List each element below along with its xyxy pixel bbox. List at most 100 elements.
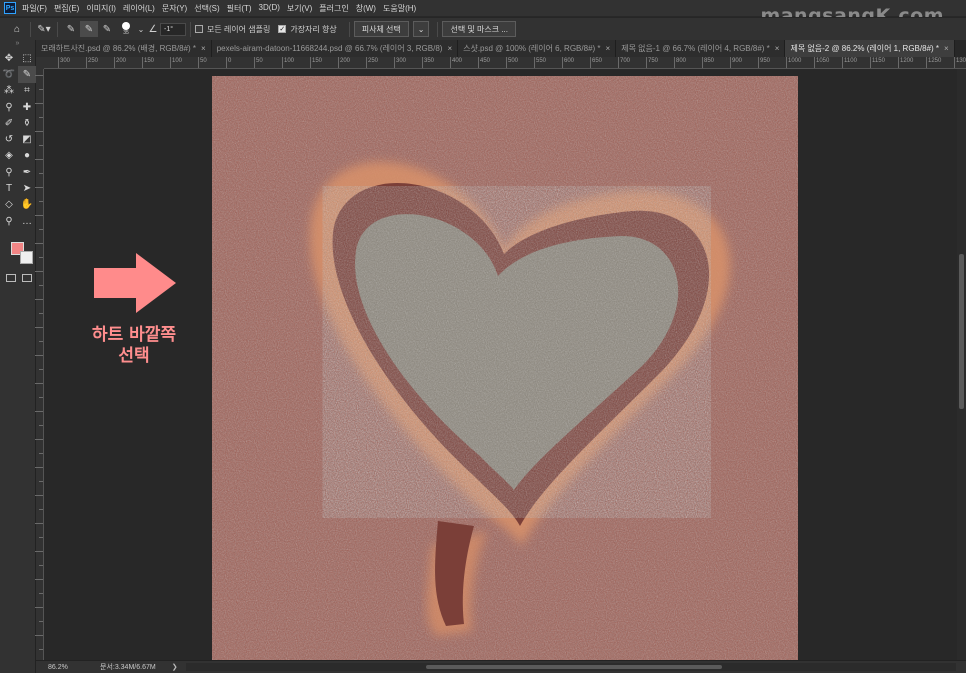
select-subject-dropdown[interactable]: ⌄ — [412, 21, 430, 37]
ruler-tick — [310, 57, 311, 68]
horizontal-scrollbar[interactable] — [186, 663, 956, 671]
ruler-label: 250 — [88, 58, 99, 64]
healing-icon[interactable]: ✚ — [18, 99, 36, 115]
ruler-label: 1300 — [956, 58, 966, 64]
ruler-label: 200 — [340, 58, 351, 64]
sample-all-layers-checkbox[interactable]: 모든 레이어 샘플링 — [195, 24, 270, 35]
menu-item[interactable]: 레이어(L) — [123, 3, 155, 14]
pen-icon[interactable]: ✒ — [18, 164, 36, 180]
close-icon[interactable]: × — [447, 44, 452, 53]
ruler-tick — [35, 103, 43, 104]
menu-item[interactable]: 3D(D) — [259, 3, 280, 14]
ruler-label: 550 — [536, 58, 547, 64]
move-icon[interactable]: ✥ — [0, 50, 18, 66]
shape-icon[interactable]: ◇ — [0, 197, 18, 213]
ruler-label: 1100 — [844, 58, 857, 64]
document-workspace[interactable]: 하트 바깥쪽 선택 — [44, 69, 966, 660]
eraser-icon[interactable]: ◩ — [18, 131, 36, 147]
lasso-icon[interactable]: ➰ — [0, 66, 18, 82]
quick-select-preset-icon[interactable]: ✎▾ — [35, 21, 53, 37]
enhance-edge-label: 가장자리 향상 — [290, 24, 337, 34]
divider — [57, 21, 58, 37]
subtract-selection-icon[interactable]: ✎ — [98, 21, 116, 37]
select-subject-button[interactable]: 피사체 선택 — [353, 21, 409, 37]
zoom-icon[interactable]: ⚲ — [0, 213, 18, 229]
document-tab[interactable]: 제목 없음-1 @ 66.7% (레이어 4, RGB/8#) * × — [616, 40, 786, 57]
quick-select-icon[interactable]: ✎ — [18, 66, 36, 83]
document-tab[interactable]: pexels-airam-datoon-11668244.psd @ 66.7%… — [211, 40, 459, 57]
brush-icon[interactable]: ✐ — [0, 115, 18, 131]
enhance-edge-checkbox[interactable]: ✓ 가장자리 향상 — [278, 24, 337, 35]
path-select-icon[interactable]: ➤ — [18, 180, 36, 196]
chevron-down-icon[interactable]: ⌄ — [136, 21, 146, 37]
select-and-mask-button[interactable]: 선택 및 마스크 ... — [442, 21, 516, 37]
blur-icon[interactable]: ● — [18, 148, 36, 164]
ruler-label: 350 — [424, 58, 435, 64]
menu-item[interactable]: 문자(Y) — [162, 3, 187, 14]
dodge-icon[interactable]: ⚲ — [0, 164, 18, 180]
ruler-tick — [39, 537, 43, 538]
scrollbar-thumb[interactable] — [426, 665, 722, 669]
new-selection-icon[interactable]: ✎ — [62, 21, 80, 37]
photoshop-logo[interactable]: Ps — [4, 2, 16, 14]
zoom-level[interactable]: 86.2% — [36, 664, 80, 671]
close-icon[interactable]: × — [775, 44, 780, 53]
document-tab[interactable]: 모래하트사진.psd @ 86.2% (배경, RGB/8#) * × — [36, 40, 212, 57]
marquee-icon[interactable]: ⬚ — [18, 50, 36, 66]
ruler-tick — [58, 57, 59, 68]
ruler-label: 900 — [732, 58, 743, 64]
ruler-tick — [394, 57, 395, 68]
image-canvas[interactable] — [212, 76, 798, 660]
ruler-tick — [35, 607, 43, 608]
ruler-label: 1150 — [872, 58, 885, 64]
close-icon[interactable]: × — [944, 44, 949, 53]
add-selection-icon[interactable]: ✎ — [80, 21, 98, 37]
checkbox-box[interactable]: ✓ — [278, 25, 287, 33]
vertical-scrollbar[interactable] — [957, 69, 966, 660]
bucket-icon[interactable]: ◈ — [0, 148, 18, 164]
menu-item[interactable]: 이미지(I) — [86, 3, 116, 14]
brush-size-picker[interactable]: 35 — [116, 21, 136, 37]
angle-input[interactable]: -1° — [160, 22, 186, 36]
close-icon[interactable]: × — [201, 44, 206, 53]
history-brush-icon[interactable]: ↺ — [0, 131, 18, 147]
menu-item[interactable]: 편집(E) — [54, 3, 79, 14]
ruler-label: 300 — [60, 58, 71, 64]
checkbox-box[interactable] — [195, 25, 203, 33]
ruler-tick — [898, 57, 899, 68]
document-tab[interactable]: 제목 없음-2 @ 86.2% (레이어 1, RGB/8#) * × — [785, 40, 955, 57]
more-icon[interactable]: … — [18, 213, 36, 229]
menu-item[interactable]: 필터(T) — [227, 3, 252, 14]
hand-icon[interactable]: ✋ — [18, 197, 36, 213]
document-size: 문서:3.34M/6.67M — [100, 664, 156, 671]
crop-icon[interactable]: ⌗ — [18, 83, 36, 99]
status-menu-icon[interactable]: ❯ — [172, 663, 178, 671]
panel-collapse-icon[interactable]: » — [0, 40, 35, 50]
home-icon[interactable]: ⌂ — [8, 21, 26, 37]
stamp-icon[interactable]: ⚱ — [18, 115, 36, 131]
ruler-label: 850 — [704, 58, 715, 64]
close-icon[interactable]: × — [606, 44, 611, 53]
background-color-swatch[interactable] — [20, 251, 33, 264]
ruler-tick — [534, 57, 535, 68]
ruler-tick — [39, 341, 43, 342]
screen-mode-icon[interactable] — [22, 274, 32, 282]
eyedropper-icon[interactable]: ⚲ — [0, 99, 18, 115]
menu-item[interactable]: 플러그인 — [319, 3, 348, 14]
ruler-tick — [870, 57, 871, 68]
scrollbar-thumb[interactable] — [959, 254, 964, 409]
ruler-label: 400 — [452, 58, 463, 64]
menu-item[interactable]: 파일(F) — [22, 3, 47, 14]
type-icon[interactable]: T — [0, 180, 18, 196]
menu-item[interactable]: 도움말(H) — [383, 3, 416, 14]
menu-item[interactable]: 창(W) — [356, 3, 376, 14]
options-bar: ⌂ ✎▾ ✎ ✎ ✎ 35 ⌄ ∠ -1° 모든 레이어 샘플링 ✓ 가장자리 … — [0, 17, 966, 40]
document-tab[interactable]: 스샷.psd @ 100% (레이어 6, RGB/8#) * × — [458, 40, 617, 57]
ruler-tick — [39, 229, 43, 230]
ruler-tick — [478, 57, 479, 68]
menu-item[interactable]: 선택(S) — [194, 3, 219, 14]
menu-item[interactable]: 보기(V) — [287, 3, 312, 14]
quick-mask-icon[interactable] — [6, 274, 16, 282]
magic-wand-icon[interactable]: ⁂ — [0, 83, 18, 99]
ruler-tick — [618, 57, 619, 68]
